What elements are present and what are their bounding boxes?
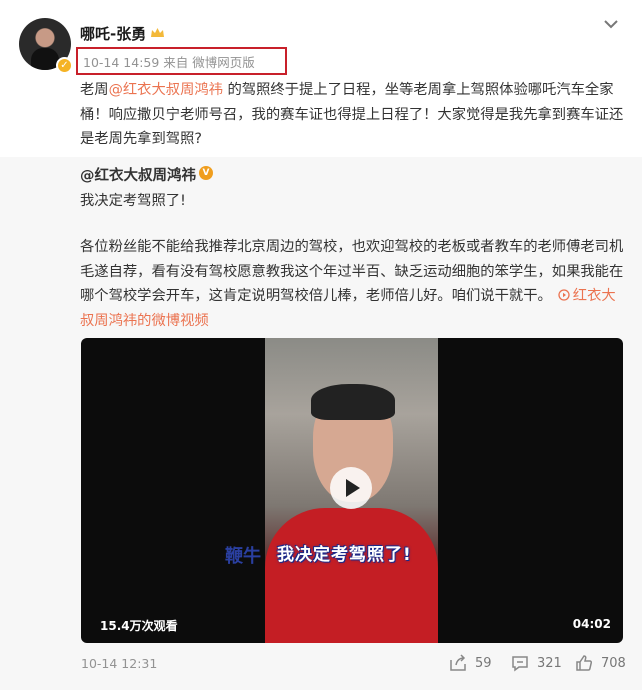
crown-icon (151, 28, 164, 37)
video-link-icon (558, 289, 570, 301)
share-count: 59 (475, 655, 492, 671)
like-button[interactable]: 708 (575, 654, 626, 672)
repost-author[interactable]: @红衣大叔周鸿祎 (80, 164, 196, 185)
username[interactable]: 哪吒-张勇 (80, 23, 146, 44)
like-count: 708 (601, 655, 626, 671)
comment-button[interactable]: 321 (511, 654, 562, 672)
video-player[interactable]: 鞭牛 我决定考驾照了! 15.4万次观看 04:02 (81, 338, 623, 643)
verified-badge-icon: V (199, 166, 213, 180)
thumbs-up-icon (576, 655, 593, 671)
thumbnail-hair (311, 384, 395, 420)
comment-count: 321 (537, 655, 562, 671)
repost-body: 各位粉丝能不能给我推荐北京周边的驾校，也欢迎驾校的老板或者教车的老师傅老司机毛遂… (80, 235, 625, 333)
share-icon (450, 654, 466, 671)
post-text-part1: 老周 (80, 82, 109, 98)
share-button[interactable]: 59 (449, 654, 492, 672)
thumbnail-shirt (265, 508, 438, 643)
mention-link[interactable]: @红衣大叔周鸿祎 (109, 82, 223, 98)
repost-headline: 我决定考驾照了! (80, 193, 186, 209)
play-button[interactable] (330, 467, 372, 509)
chevron-down-icon[interactable] (603, 18, 619, 30)
video-subtitle: 我决定考驾照了! (277, 545, 412, 565)
repost-body-text: 各位粉丝能不能给我推荐北京周边的驾校，也欢迎驾校的老板或者教车的老师傅老司机毛遂… (80, 239, 624, 304)
repost-time[interactable]: 10-14 12:31 (81, 656, 157, 671)
video-watermark: 鞭牛 (225, 546, 261, 567)
post-text: 老周@红衣大叔周鸿祎 的驾照终于提上了日程，坐等老周拿上驾照体验哪吒汽车全家桶！… (80, 78, 625, 152)
comment-icon (512, 656, 528, 672)
video-duration: 04:02 (572, 617, 611, 631)
post-meta: 10-14 14:59 来自 微博网页版 (83, 55, 255, 70)
verified-badge-icon: ✓ (56, 57, 73, 74)
view-count: 15.4万次观看 (100, 619, 178, 633)
